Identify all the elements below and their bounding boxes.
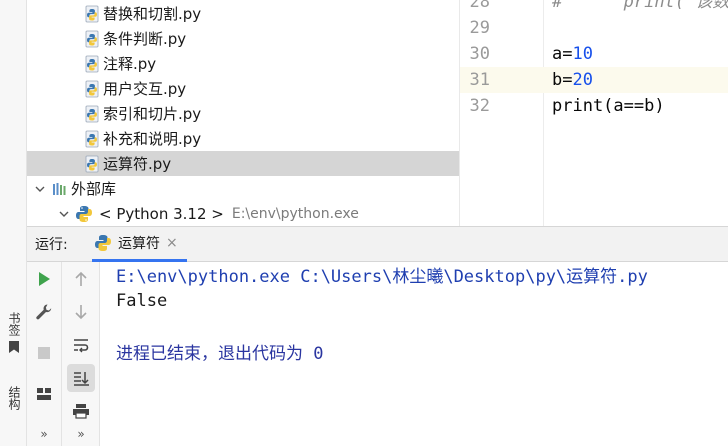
external-libraries-label: 外部库	[71, 180, 117, 198]
run-tab-label: 运算符	[118, 236, 160, 252]
line-number: 29	[469, 18, 490, 38]
bookmark-icon	[8, 340, 20, 358]
file-name-label: 条件判断.py	[103, 30, 187, 48]
run-toolbar-secondary: »	[62, 262, 100, 446]
library-icon	[51, 180, 69, 198]
soft-wrap-button[interactable]	[67, 331, 95, 359]
project-tree: 替换和切割.py 条件判断.py 注释.py 用户交互.py 索引和切片.py 补充和说明…	[27, 0, 459, 226]
console-exit-message: 进程已结束，退出代码为 0	[116, 344, 324, 364]
run-icon	[39, 272, 50, 286]
tree-item-file[interactable]: 运算符.py	[27, 151, 459, 176]
close-tab-icon[interactable]: ×	[166, 235, 178, 251]
structure-tool-button[interactable]: 结构	[2, 386, 26, 410]
code-text: # print( 该数	[552, 0, 728, 12]
bookmarks-tool-button[interactable]: 书签	[2, 312, 26, 358]
file-name-label: 补充和说明.py	[103, 130, 202, 148]
run-window-title: 运行:	[35, 237, 68, 253]
tree-item-file[interactable]: 条件判断.py	[27, 26, 459, 51]
tree-item-file[interactable]: 替换和切割.py	[27, 1, 459, 26]
console-output-line: False	[116, 291, 168, 311]
editor-line[interactable]: 30 a=10	[460, 41, 728, 67]
line-number: 28	[469, 0, 490, 12]
soft-wrap-icon	[74, 339, 89, 353]
file-name-label: 替换和切割.py	[103, 5, 202, 23]
python-sdk-path: E:\env\python.exe	[231, 205, 359, 222]
printer-icon	[73, 404, 89, 419]
file-name-label: 用户交互.py	[103, 80, 187, 98]
line-number: 30	[469, 44, 490, 64]
next-occurrence-button[interactable]	[67, 298, 95, 326]
editor-line[interactable]: 29	[460, 15, 728, 41]
layout-icon	[37, 388, 51, 400]
code-text: print(a==b)	[552, 96, 665, 116]
file-name-label: 索引和切片.py	[103, 105, 202, 123]
bookmarks-label: 书签	[7, 312, 21, 336]
code-text: a=10	[552, 44, 593, 64]
tree-item-file[interactable]: 索引和切片.py	[27, 101, 459, 126]
scroll-to-end-icon	[74, 372, 89, 386]
scroll-to-end-button[interactable]	[67, 364, 95, 392]
line-number: 32	[469, 96, 490, 116]
tree-item-external-libraries[interactable]: 外部库	[27, 176, 459, 201]
chevron-down-icon[interactable]	[33, 182, 47, 196]
rerun-button[interactable]	[30, 265, 58, 293]
file-name-label: 注释.py	[103, 55, 157, 73]
python-file-icon	[83, 55, 101, 73]
stop-button[interactable]	[30, 339, 58, 367]
run-config-tab[interactable]: 运算符 ×	[92, 227, 187, 262]
python-file-icon	[83, 30, 101, 48]
python-sdk-label: < Python 3.12 >	[99, 204, 224, 223]
restore-layout-button[interactable]	[30, 380, 58, 408]
python-logo-icon	[94, 234, 112, 252]
arrow-down-icon	[75, 305, 87, 320]
tree-item-file[interactable]: 补充和说明.py	[27, 126, 459, 151]
tree-item-file[interactable]: 注释.py	[27, 51, 459, 76]
arrow-up-icon	[75, 271, 87, 286]
python-file-icon	[83, 5, 101, 23]
python-file-icon	[83, 155, 101, 173]
code-editor[interactable]: 28 # print( 该数 29 30 a=10 31 b=20 32 print(a==b)	[459, 0, 728, 226]
python-logo-icon	[75, 205, 93, 223]
console-command-line: E:\env\python.exe C:\Users\林尘曦\Desktop\p…	[116, 267, 648, 287]
run-console[interactable]: E:\env\python.exe C:\Users\林尘曦\Desktop\p…	[100, 262, 728, 446]
python-file-icon	[83, 80, 101, 98]
run-toolbar-primary: »	[27, 262, 62, 446]
editor-line[interactable]: 32 print(a==b)	[460, 93, 728, 119]
editor-line[interactable]: 28 # print( 该数	[460, 0, 728, 15]
wrench-icon	[36, 304, 52, 320]
tool-window-strip: 书签 结构	[0, 0, 27, 446]
structure-label: 结构	[7, 386, 21, 410]
edit-configuration-button[interactable]	[30, 298, 58, 326]
run-tool-window-header: 运行: 运算符 ×	[27, 226, 728, 262]
python-file-icon	[83, 105, 101, 123]
tree-item-python-sdk[interactable]: < Python 3.12 > E:\env\python.exe	[27, 201, 459, 226]
chevron-down-icon[interactable]	[57, 207, 71, 221]
more-actions-icon[interactable]: »	[30, 427, 58, 441]
editor-line[interactable]: 31 b=20	[460, 67, 728, 93]
stop-icon	[38, 347, 50, 359]
python-file-icon	[83, 130, 101, 148]
line-number: 31	[469, 70, 490, 90]
previous-occurrence-button[interactable]	[67, 265, 95, 293]
more-actions-icon[interactable]: »	[67, 427, 95, 441]
tree-item-file[interactable]: 用户交互.py	[27, 76, 459, 101]
file-name-label: 运算符.py	[103, 155, 172, 173]
code-text: b=20	[552, 70, 593, 90]
print-button[interactable]	[67, 397, 95, 425]
